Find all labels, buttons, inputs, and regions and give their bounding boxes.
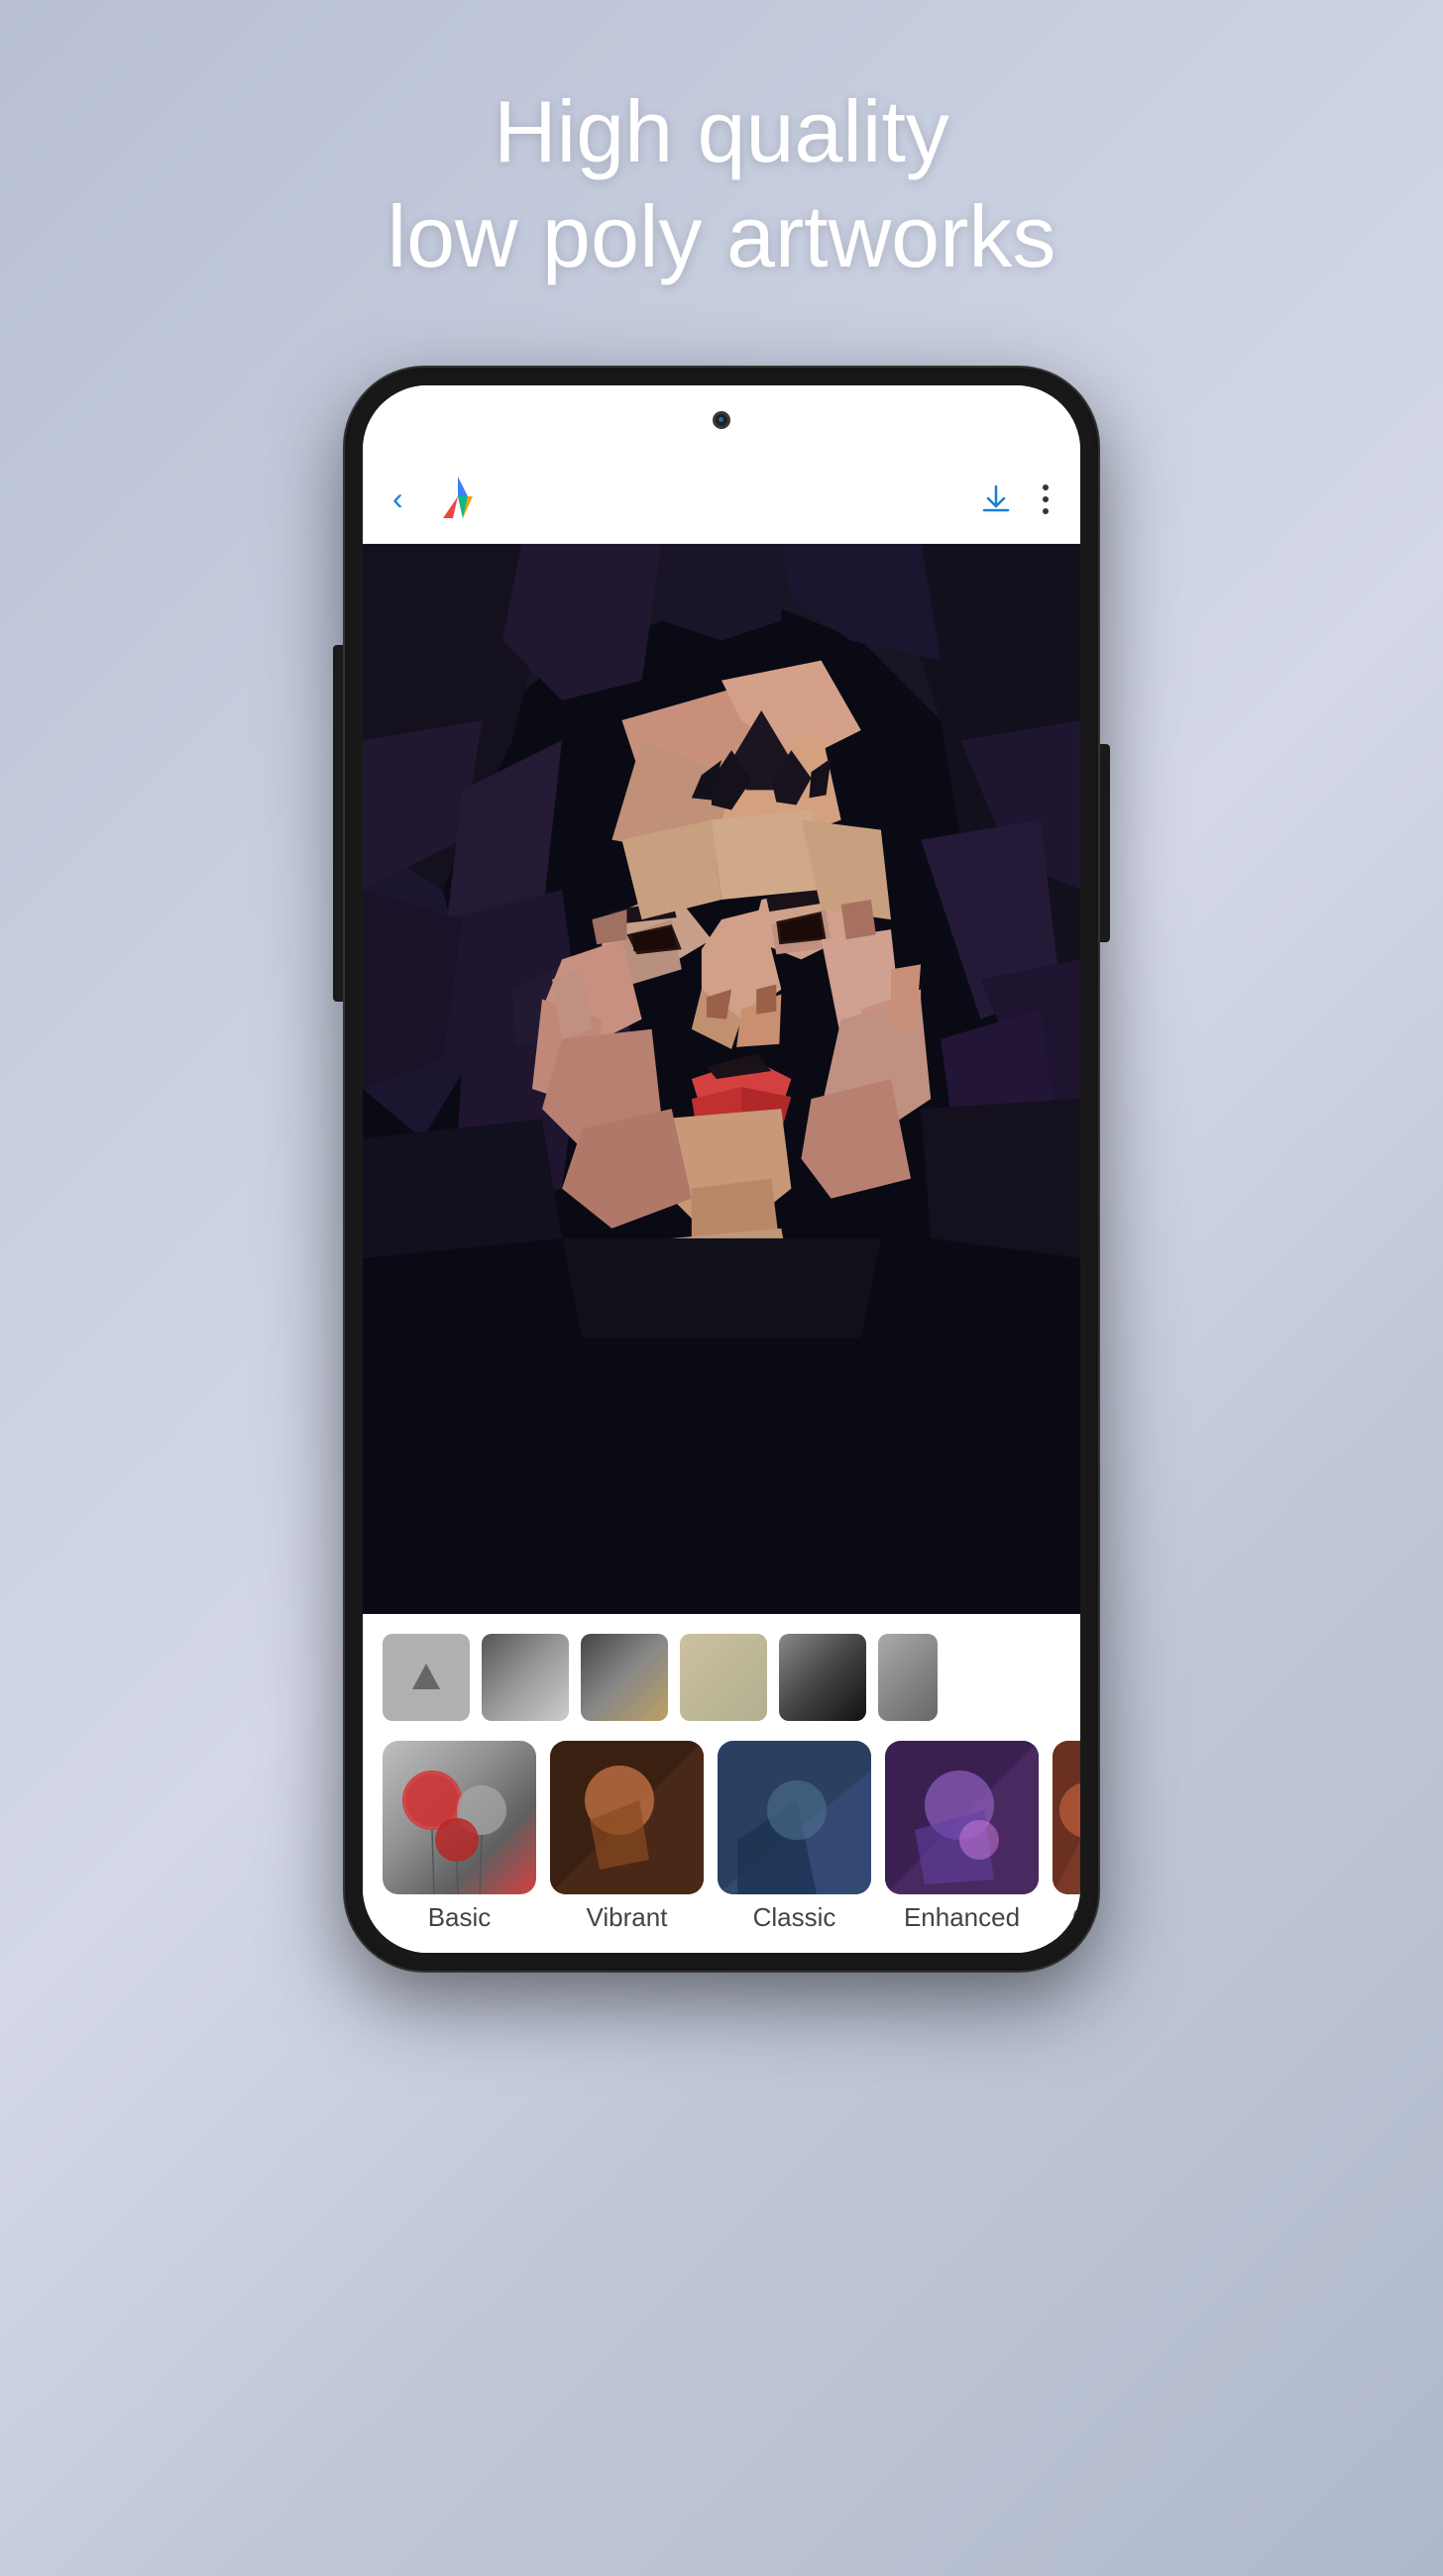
filter-card-classic[interactable]: Classic xyxy=(718,1741,871,1933)
headline: High quality low poly artworks xyxy=(388,79,1056,288)
bottom-panel: Basic Vibrant xyxy=(363,1614,1080,1953)
filter-thumb-classic xyxy=(718,1741,871,1894)
filter-card-cry[interactable]: Cry xyxy=(1053,1741,1080,1933)
filter-card-vibrant[interactable]: Vibrant xyxy=(550,1741,704,1933)
filter-label-classic: Classic xyxy=(753,1902,836,1933)
style-thumb-1[interactable] xyxy=(482,1634,569,1721)
style-thumbnails-row xyxy=(363,1634,1080,1721)
headline-line2: low poly artworks xyxy=(388,184,1056,289)
style-thumb-3[interactable] xyxy=(680,1634,767,1721)
front-camera xyxy=(713,411,730,429)
filter-label-basic: Basic xyxy=(428,1902,492,1933)
phone-outer-shell: ‹ xyxy=(345,368,1098,1971)
toolbar-left: ‹ xyxy=(392,475,483,524)
filter-label-enhanced: Enhanced xyxy=(904,1902,1020,1933)
headline-line1: High quality xyxy=(388,79,1056,184)
filter-row: Basic Vibrant xyxy=(363,1741,1080,1953)
app-logo xyxy=(433,475,483,524)
filter-thumb-basic xyxy=(383,1741,536,1894)
download-button[interactable] xyxy=(979,483,1013,516)
phone-mockup: ‹ xyxy=(345,368,1098,1971)
more-options-button[interactable] xyxy=(1041,483,1051,516)
filter-thumb-vibrant xyxy=(550,1741,704,1894)
filter-card-basic[interactable]: Basic xyxy=(383,1741,536,1933)
style-thumb-5[interactable] xyxy=(878,1634,938,1721)
filter-thumb-enhanced xyxy=(885,1741,1039,1894)
filter-label-vibrant: Vibrant xyxy=(587,1902,668,1933)
style-active-thumb[interactable] xyxy=(383,1634,470,1721)
style-thumb-2[interactable] xyxy=(581,1634,668,1721)
artwork-canvas xyxy=(363,544,1080,1614)
filter-thumb-cry xyxy=(1053,1741,1080,1894)
phone-top-bar xyxy=(363,385,1080,455)
filter-card-enhanced[interactable]: Enhanced xyxy=(885,1741,1039,1933)
toolbar-right xyxy=(979,483,1051,516)
back-button[interactable]: ‹ xyxy=(392,481,403,517)
app-toolbar: ‹ xyxy=(363,455,1080,544)
style-thumb-4[interactable] xyxy=(779,1634,866,1721)
phone-screen: ‹ xyxy=(363,385,1080,1953)
filter-label-cry: Cry xyxy=(1072,1902,1080,1933)
